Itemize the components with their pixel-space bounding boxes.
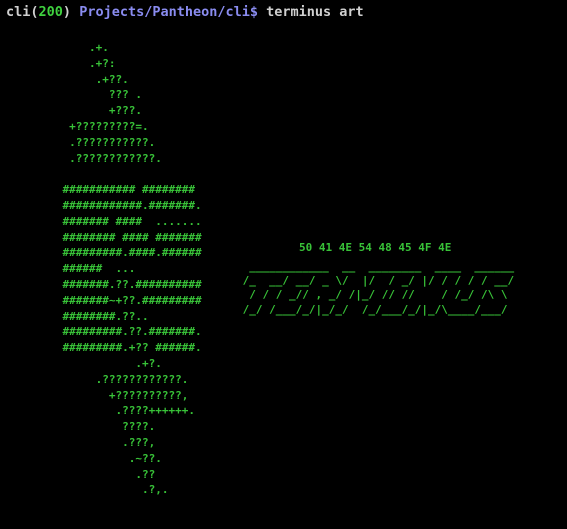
- terminal-window[interactable]: cli(200) Projects/Pantheon/cli$ terminus…: [0, 0, 567, 529]
- prompt-path: Projects/Pantheon/cli$: [79, 4, 259, 20]
- ascii-banner-terminus: ____________ __ ________ ____ ______ /_ …: [242, 260, 515, 316]
- command-text: terminus art: [266, 4, 364, 20]
- prompt-exit-status: 200: [38, 4, 63, 20]
- hex-code-text: 50 41 4E 54 48 45 4F 4E: [299, 241, 452, 254]
- prompt-user: cli: [6, 4, 31, 20]
- shell-prompt: cli(200) Projects/Pantheon/cli$ terminus…: [6, 4, 364, 20]
- ascii-logo-art: .+. .+?: .+??. ??? . +???. +?????????=. …: [62, 41, 202, 497]
- prompt-status-close: ): [62, 4, 72, 20]
- prompt-status-open: (: [30, 4, 39, 20]
